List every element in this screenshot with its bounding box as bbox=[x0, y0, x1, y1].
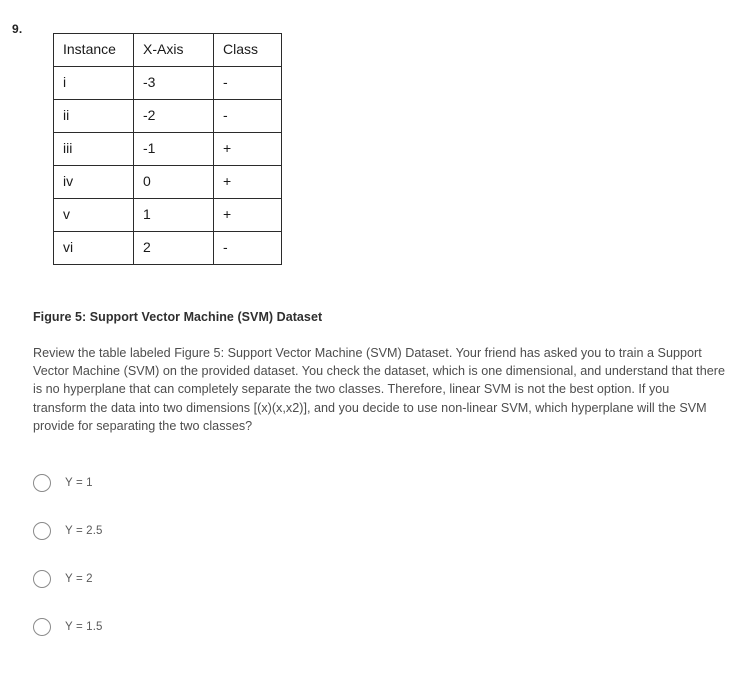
table-row: vi 2 - bbox=[53, 231, 282, 265]
svm-dataset-table: Instance X-Axis Class i -3 - ii -2 - iii… bbox=[53, 33, 282, 265]
cell-class: - bbox=[213, 231, 282, 265]
table-row: ii -2 - bbox=[53, 99, 282, 133]
column-header-instance: Instance bbox=[53, 33, 134, 67]
radio-button-icon[interactable] bbox=[33, 522, 51, 540]
table-row: iii -1 + bbox=[53, 132, 282, 166]
cell-x-axis: 0 bbox=[133, 165, 214, 199]
answer-option-label: Y = 2 bbox=[65, 573, 93, 585]
table-body: i -3 - ii -2 - iii -1 + iv 0 + v 1 + vi … bbox=[53, 66, 282, 265]
radio-button-icon[interactable] bbox=[33, 618, 51, 636]
cell-x-axis: 1 bbox=[133, 198, 214, 232]
cell-instance: iv bbox=[53, 165, 134, 199]
column-header-class: Class bbox=[213, 33, 282, 67]
figure-caption: Figure 5: Support Vector Machine (SVM) D… bbox=[33, 310, 323, 324]
figure-table-container: Instance X-Axis Class i -3 - ii -2 - iii… bbox=[53, 33, 282, 265]
cell-x-axis: -2 bbox=[133, 99, 214, 133]
cell-class: - bbox=[213, 66, 282, 100]
cell-instance: v bbox=[53, 198, 134, 232]
table-row: v 1 + bbox=[53, 198, 282, 232]
cell-instance: i bbox=[53, 66, 134, 100]
cell-instance: vi bbox=[53, 231, 134, 265]
answer-option-label: Y = 1 bbox=[65, 477, 93, 489]
answer-option-1[interactable]: Y = 1 bbox=[33, 470, 433, 496]
answer-option-3[interactable]: Y = 2 bbox=[33, 566, 433, 592]
answer-option-label: Y = 2.5 bbox=[65, 525, 103, 537]
radio-button-icon[interactable] bbox=[33, 474, 51, 492]
answer-option-4[interactable]: Y = 1.5 bbox=[33, 614, 433, 640]
cell-x-axis: 2 bbox=[133, 231, 214, 265]
cell-class: + bbox=[213, 198, 282, 232]
answer-options-list: Y = 1 Y = 2.5 Y = 2 Y = 1.5 bbox=[33, 470, 433, 640]
column-header-x-axis: X-Axis bbox=[133, 33, 214, 67]
table-header: Instance X-Axis Class bbox=[53, 33, 282, 67]
table-row: i -3 - bbox=[53, 66, 282, 100]
answer-option-label: Y = 1.5 bbox=[65, 621, 103, 633]
cell-class: + bbox=[213, 132, 282, 166]
answer-option-2[interactable]: Y = 2.5 bbox=[33, 518, 433, 544]
table-header-row: Instance X-Axis Class bbox=[53, 33, 282, 67]
cell-class: - bbox=[213, 99, 282, 133]
cell-x-axis: -3 bbox=[133, 66, 214, 100]
question-text: Review the table labeled Figure 5: Suppo… bbox=[33, 346, 725, 433]
question-number: 9. bbox=[12, 22, 23, 36]
cell-instance: iii bbox=[53, 132, 134, 166]
radio-button-icon[interactable] bbox=[33, 570, 51, 588]
cell-class: + bbox=[213, 165, 282, 199]
cell-x-axis: -1 bbox=[133, 132, 214, 166]
cell-instance: ii bbox=[53, 99, 134, 133]
table-row: iv 0 + bbox=[53, 165, 282, 199]
